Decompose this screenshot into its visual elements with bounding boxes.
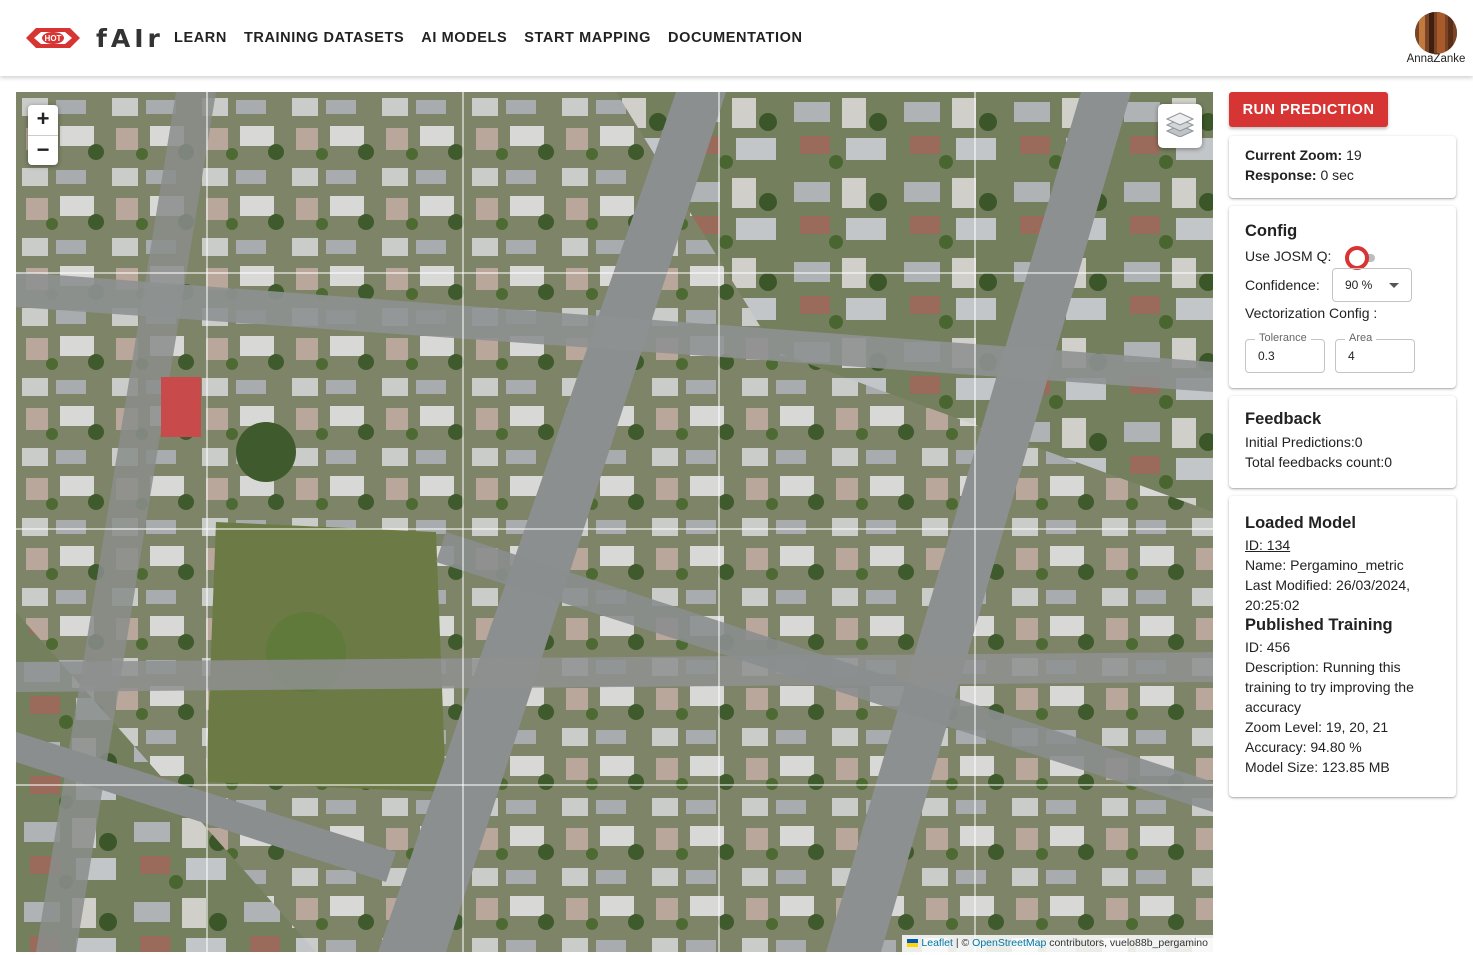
- josm-label: Use JOSM Q:: [1245, 248, 1332, 264]
- vectorization-label: Vectorization Config :: [1245, 305, 1378, 321]
- tolerance-input[interactable]: [1246, 340, 1324, 372]
- model-last-modified-time: 20:25:02: [1245, 597, 1300, 613]
- training-id: ID: 456: [1245, 639, 1291, 655]
- main-nav: LEARN TRAINING DATASETS AI MODELS START …: [174, 30, 803, 46]
- attribution-separator: | ©: [955, 937, 970, 949]
- zoom-out-button[interactable]: −: [28, 135, 58, 165]
- attribution-text: contributors, vuelo88b_pergamino: [1049, 937, 1208, 949]
- user-avatar[interactable]: [1415, 12, 1457, 54]
- model-size: Model Size: 123.85 MB: [1245, 759, 1390, 775]
- hot-logo-icon[interactable]: HOT: [24, 22, 82, 54]
- zoom-in-button[interactable]: +: [28, 105, 58, 135]
- training-description-1: Description: Running this: [1245, 659, 1401, 675]
- layers-button[interactable]: [1158, 104, 1202, 148]
- response-value: 0 sec: [1320, 167, 1354, 183]
- status-card: Current Zoom: 19 Response: 0 sec: [1229, 136, 1456, 198]
- toggle-knob: [1345, 246, 1369, 270]
- response-row: Response: 0 sec: [1245, 165, 1440, 185]
- zoom-control: + −: [28, 105, 58, 165]
- total-feedbacks: Total feedbacks count:0: [1245, 454, 1393, 470]
- config-title: Config: [1245, 222, 1298, 240]
- svg-text:HOT: HOT: [45, 34, 62, 43]
- run-prediction-button[interactable]: RUN PREDICTION: [1229, 92, 1388, 127]
- nav-learn[interactable]: LEARN: [174, 30, 227, 46]
- username: AnnaZanke: [1406, 53, 1466, 65]
- response-label: Response:: [1245, 167, 1317, 183]
- model-card: Loaded Model ID: 134 Name: Pergamino_met…: [1229, 496, 1456, 797]
- osm-link[interactable]: OpenStreetMap: [972, 937, 1046, 949]
- leaflet-link[interactable]: Leaflet: [921, 937, 953, 949]
- nav-documentation[interactable]: DOCUMENTATION: [668, 30, 803, 46]
- current-zoom-label: Current Zoom:: [1245, 147, 1343, 163]
- current-zoom-value: 19: [1346, 147, 1362, 163]
- training-zoom-levels: Zoom Level: 19, 20, 21: [1245, 719, 1389, 735]
- training-description-2: training to try improving the: [1245, 679, 1414, 695]
- area-field[interactable]: Area: [1335, 332, 1415, 373]
- confidence-label: Confidence:: [1245, 277, 1320, 293]
- nav-ai-models[interactable]: AI MODELS: [421, 30, 507, 46]
- dropdown-arrow-icon: [1389, 283, 1399, 288]
- confidence-select[interactable]: 90 %: [1332, 268, 1412, 302]
- training-description-3: accuracy: [1245, 699, 1302, 715]
- map-view[interactable]: + − Leaflet | © OpenStreetMap contributo…: [16, 92, 1213, 952]
- brand-name[interactable]: fAIr: [96, 24, 164, 53]
- initial-predictions: Initial Predictions:0: [1245, 434, 1363, 450]
- layers-icon: [1165, 111, 1195, 142]
- confidence-value: 90 %: [1345, 278, 1373, 292]
- model-id-link[interactable]: ID: 134: [1245, 535, 1440, 555]
- feedback-card: Feedback Initial Predictions:0 Total fee…: [1229, 396, 1456, 488]
- model-last-modified: Last Modified: 26/03/2024,: [1245, 577, 1411, 593]
- model-name: Name: Pergamino_metric: [1245, 557, 1404, 573]
- training-accuracy: Accuracy: 94.80 %: [1245, 739, 1362, 755]
- loaded-model-title: Loaded Model: [1245, 514, 1356, 532]
- feedback-title: Feedback: [1245, 410, 1322, 428]
- config-card: Config Use JOSM Q: Confidence: 90 % Vect…: [1229, 206, 1456, 388]
- top-app-bar: HOT fAIr LEARN TRAINING DATASETS AI MODE…: [0, 0, 1473, 76]
- nav-training-datasets[interactable]: TRAINING DATASETS: [244, 30, 404, 46]
- area-input[interactable]: [1336, 340, 1414, 372]
- published-training-title: Published Training: [1245, 616, 1393, 634]
- josm-toggle[interactable]: [1345, 246, 1379, 270]
- tolerance-field[interactable]: Tolerance: [1245, 332, 1325, 373]
- aerial-imagery: [16, 92, 1213, 952]
- map-attribution: Leaflet | © OpenStreetMap contributors, …: [902, 935, 1213, 952]
- ukraine-flag-icon: [907, 939, 919, 947]
- current-zoom-row: Current Zoom: 19: [1245, 145, 1440, 165]
- nav-start-mapping[interactable]: START MAPPING: [524, 30, 651, 46]
